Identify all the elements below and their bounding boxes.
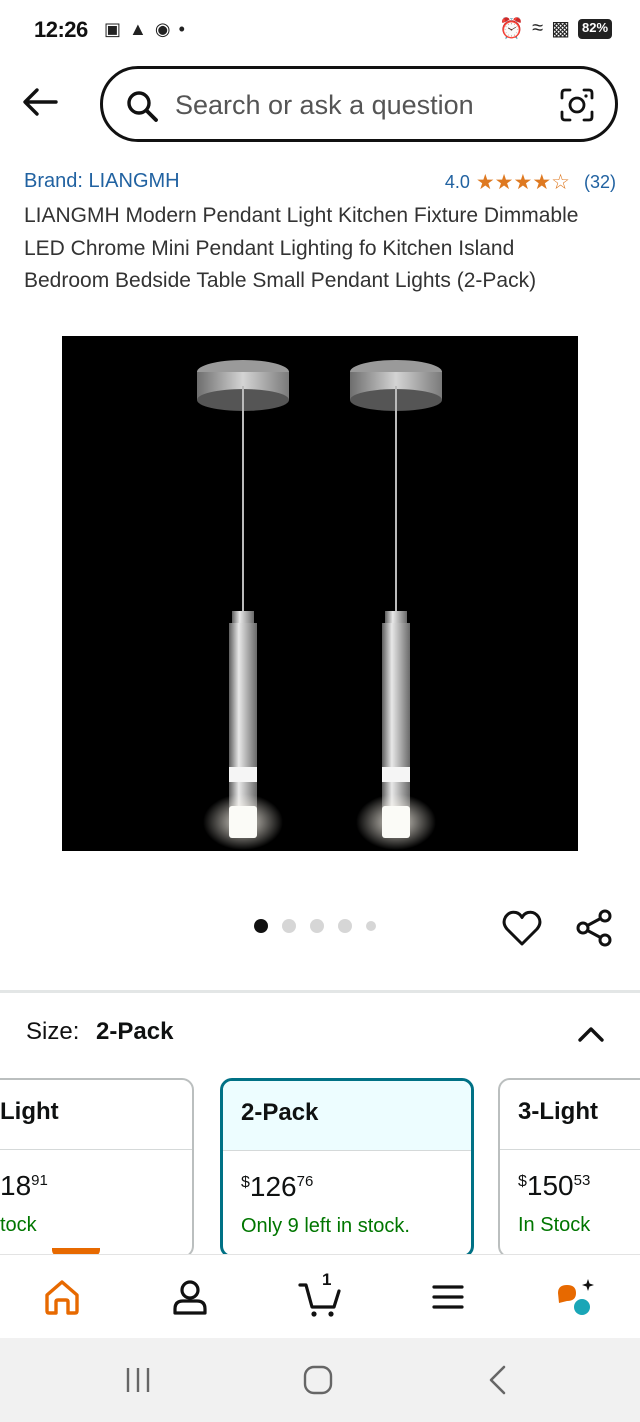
variant-price: $15053: [518, 1170, 591, 1201]
home-button-icon[interactable]: [298, 1362, 338, 1398]
cart-icon[interactable]: [298, 1275, 342, 1319]
notification-icon: ▲: [129, 19, 147, 39]
system-icons: ⏰ ≈ ▩ 82%: [499, 16, 612, 41]
brand-link[interactable]: Brand: LIANGMH: [24, 170, 180, 193]
variant-card[interactable]: Light 1891 tock: [0, 1078, 194, 1254]
search-icon: [127, 91, 158, 122]
back-arrow-icon: [23, 88, 58, 116]
search-input[interactable]: [175, 87, 545, 123]
brand-rating-row: Brand: LIANGMH 4.0 ★★★★☆ (32): [24, 168, 620, 198]
rating-summary[interactable]: 4.0 ★★★★☆ (32): [445, 170, 616, 195]
rufus-assistant-icon[interactable]: [554, 1275, 598, 1319]
size-variant-list: Light 1891 tock 2-Pack $12676 Only 9 lef…: [0, 1074, 640, 1254]
share-button[interactable]: [572, 906, 616, 950]
carousel-dot[interactable]: [254, 919, 268, 933]
signal-icon: ▩: [551, 18, 570, 40]
back-nav-icon[interactable]: [478, 1362, 518, 1398]
variant-stock: In Stock: [518, 1214, 591, 1236]
variant-name: Light: [0, 1080, 192, 1150]
share-icon: [576, 909, 612, 947]
section-divider: [0, 990, 640, 993]
rating-value: 4.0: [444, 172, 470, 192]
recent-apps-icon[interactable]: [118, 1362, 158, 1398]
pendant-lights-photo: [197, 360, 442, 850]
product-title: LIANGMH Modern Pendant Light Kitchen Fix…: [24, 204, 579, 292]
heart-icon: [502, 910, 542, 946]
more-dot-icon: •: [178, 19, 185, 39]
status-time: 12:26: [34, 17, 88, 42]
carousel-dot[interactable]: [338, 919, 352, 933]
alarm-icon: ⏰: [499, 18, 525, 40]
size-selected-value: 2-Pack: [96, 1018, 174, 1045]
image-carousel-dots[interactable]: [254, 919, 376, 933]
size-label: Size:: [26, 1018, 80, 1045]
carousel-dot[interactable]: [282, 919, 296, 933]
variant-stock: tock: [0, 1214, 37, 1236]
star-rating-icon: ★★★★☆: [475, 171, 570, 194]
variant-price: $12676: [241, 1171, 314, 1202]
battery-level: 82%: [581, 19, 609, 35]
product-image[interactable]: [62, 336, 578, 851]
size-selector-header[interactable]: Size: 2-Pack: [26, 1018, 616, 1052]
menu-icon[interactable]: [426, 1275, 470, 1319]
account-icon[interactable]: [168, 1275, 212, 1319]
variant-price: 1891: [0, 1170, 48, 1201]
rating-count: (32): [583, 172, 616, 192]
carousel-dot[interactable]: [366, 921, 376, 931]
variant-stock: Only 9 left in stock.: [241, 1215, 410, 1237]
carousel-dot[interactable]: [310, 919, 324, 933]
messenger-icon: ◉: [154, 19, 171, 39]
right-pendant: [350, 360, 442, 850]
variant-name: 3-Light: [500, 1080, 640, 1150]
search-header: [0, 62, 640, 152]
variant-card-selected[interactable]: 2-Pack $12676 Only 9 left in stock.: [220, 1078, 474, 1254]
variant-card[interactable]: 3-Light $15053 In Stock: [498, 1078, 640, 1254]
cart-count-badge: 1: [322, 1270, 332, 1289]
battery-icon: 82%: [578, 18, 612, 39]
status-bar: 12:26 ▣ ▲ ◉ • ⏰ ≈ ▩ 82%: [0, 0, 640, 62]
screenshot-icon: ▣: [104, 19, 122, 39]
notification-icons: ▣ ▲ ◉ •: [104, 18, 185, 40]
home-icon[interactable]: [40, 1275, 84, 1319]
search-bar[interactable]: [100, 66, 618, 142]
chevron-up-icon[interactable]: [574, 1018, 608, 1052]
system-navigation-bar: [0, 1338, 640, 1422]
variant-name: 2-Pack: [223, 1081, 471, 1151]
bottom-navigation: [0, 1254, 640, 1338]
camera-lens-icon[interactable]: [559, 87, 595, 123]
back-button[interactable]: [18, 80, 62, 124]
add-to-list-button[interactable]: [500, 906, 544, 950]
left-pendant: [197, 360, 289, 850]
wifi-icon: ≈: [532, 17, 544, 39]
